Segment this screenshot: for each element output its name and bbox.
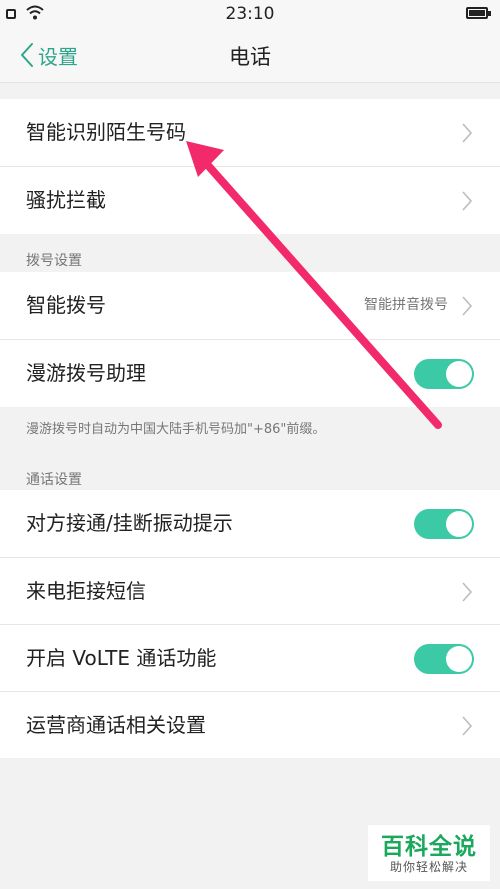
status-time: 23:10 [225, 4, 275, 24]
chevron-left-icon [21, 43, 33, 67]
section-header-call: 通话设置 [26, 472, 82, 488]
watermark-logo: 百科全说 助你轻松解决 [368, 825, 490, 881]
row-label: 智能拨号 [26, 293, 106, 317]
row-label: 骚扰拦截 [26, 188, 106, 212]
roaming-note: 漫游拨号时自动为中国大陆手机号码加"+86"前缀。 [26, 422, 326, 437]
row-label: 对方接通/挂断振动提示 [26, 511, 233, 535]
row-label: 开启 VoLTE 通话功能 [26, 646, 217, 670]
row-value: 智能拼音拨号 [364, 297, 448, 313]
row-label: 来电拒接短信 [26, 579, 146, 603]
settings-group-call: 对方接通/挂断振动提示 来电拒接短信 开启 VoLTE 通话功能 运营商通话相关… [0, 490, 500, 758]
row-smart-dial[interactable]: 智能拨号 智能拼音拨号 [0, 272, 500, 339]
back-button[interactable]: 设置 [20, 38, 78, 72]
row-smart-identify[interactable]: 智能识别陌生号码 [0, 99, 500, 166]
chevron-right-icon [462, 582, 472, 602]
chevron-right-icon [462, 716, 472, 736]
watermark-title: 百科全说 [381, 834, 477, 860]
row-roaming-assistant: 漫游拨号助理 [0, 339, 500, 406]
toggle-knob [446, 511, 472, 537]
row-harassment-block[interactable]: 骚扰拦截 [0, 166, 500, 233]
chevron-right-icon [462, 296, 472, 316]
row-carrier-settings[interactable]: 运营商通话相关设置 [0, 691, 500, 758]
row-vibrate-hint: 对方接通/挂断振动提示 [0, 490, 500, 557]
row-label: 漫游拨号助理 [26, 361, 146, 385]
row-volte: 开启 VoLTE 通话功能 [0, 624, 500, 691]
row-label: 运营商通话相关设置 [26, 713, 206, 737]
nav-bar: 设置 电话 [0, 28, 500, 83]
row-reject-sms[interactable]: 来电拒接短信 [0, 557, 500, 624]
toggle-knob [446, 646, 472, 672]
settings-group-top: 智能识别陌生号码 骚扰拦截 [0, 99, 500, 234]
battery-icon [466, 7, 491, 19]
settings-group-dial: 智能拨号 智能拼音拨号 漫游拨号助理 [0, 272, 500, 407]
section-header-dial: 拨号设置 [26, 253, 82, 269]
row-label: 智能识别陌生号码 [26, 120, 186, 144]
chevron-right-icon [462, 191, 472, 211]
back-label: 设置 [38, 44, 78, 69]
watermark-subtitle: 助你轻松解决 [389, 860, 468, 874]
roaming-toggle[interactable] [414, 359, 474, 389]
toggle-knob [446, 361, 472, 387]
vibrate-toggle[interactable] [414, 509, 474, 539]
volte-toggle[interactable] [414, 644, 474, 674]
chevron-right-icon [462, 123, 472, 143]
status-bar: 23:10 [0, 0, 500, 28]
